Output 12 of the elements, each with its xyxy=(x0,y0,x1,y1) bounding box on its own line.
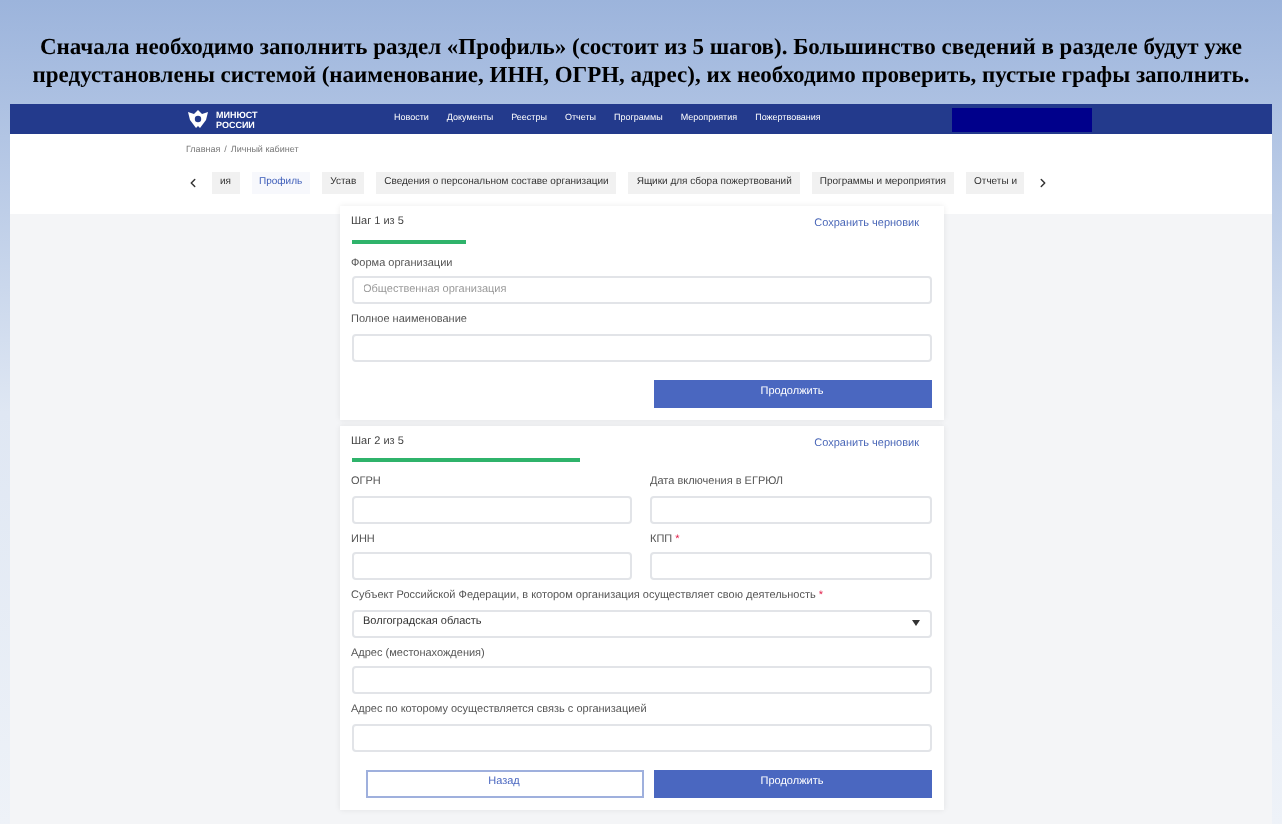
input-field[interactable] xyxy=(351,666,931,694)
scroll-left-icon[interactable] xyxy=(186,175,200,190)
redaction-block xyxy=(952,107,1092,131)
input-field[interactable] xyxy=(351,495,632,523)
input-field[interactable] xyxy=(351,333,931,361)
input-field[interactable] xyxy=(351,723,931,751)
slide-caption: Сначала необходимо заполнить раздел «Профиль» (состоит из 5 шагов). Большинство сведений в разделе будут уже предустановлены системой (наименование, ИНН, ОГРН, адрес), их необходимо проверить, пустые графы заполнить. xyxy=(30,34,1252,92)
dropdown-caret-icon xyxy=(911,620,919,626)
input-field[interactable] xyxy=(650,552,931,580)
input-field[interactable] xyxy=(351,552,632,580)
input-field[interactable] xyxy=(650,495,931,523)
scroll-right-icon[interactable] xyxy=(1036,175,1051,190)
